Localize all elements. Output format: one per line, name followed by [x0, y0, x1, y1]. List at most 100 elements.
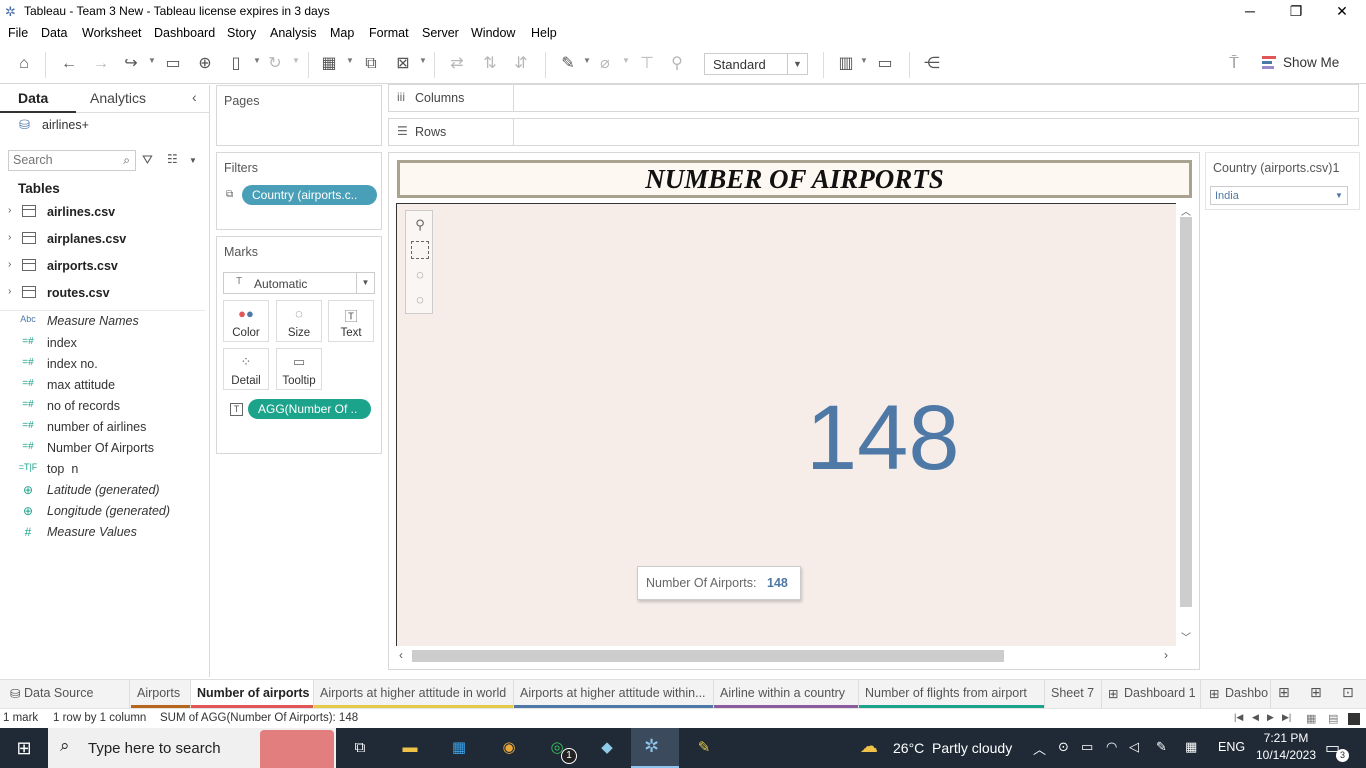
field-item[interactable]: ⊕ Longitude (generated) — [0, 501, 205, 522]
sort-ascending-icon[interactable]: ⇅ — [479, 54, 501, 74]
undo-icon[interactable]: ← — [58, 54, 80, 74]
restore-button[interactable]: ❐ — [1273, 0, 1319, 24]
chevron-down-icon[interactable]: ▼ — [622, 56, 630, 65]
menu-story[interactable]: Story — [227, 26, 256, 40]
marks-card[interactable]: Marks T Automatic ▼ ●● Color ◌ Size 🅃 Te… — [216, 236, 382, 454]
chevron-right-icon[interactable]: › — [8, 205, 11, 216]
tab-airports-higher-attitude-within[interactable]: Airports at higher attitude within... — [514, 680, 714, 708]
fit-dropdown[interactable]: Standard ▼ — [704, 53, 808, 75]
duplicate-sheet-icon[interactable]: ⧉ — [360, 54, 382, 74]
color-button[interactable]: ●● Color — [223, 300, 269, 342]
new-worksheet-tab-icon[interactable]: ⊞ — [1278, 684, 1290, 701]
tableau-taskbar-button[interactable]: ✲ — [631, 728, 679, 768]
chevron-right-icon[interactable]: › — [8, 286, 11, 297]
chevron-right-icon[interactable]: › — [8, 259, 11, 270]
chevron-down-icon[interactable]: ▼ — [189, 156, 197, 165]
field-item[interactable]: ⊕ Latitude (generated) — [0, 480, 205, 501]
tab-data[interactable]: Data — [0, 85, 76, 113]
keyboard-icon[interactable]: ▦ — [1185, 739, 1197, 755]
show-cards-icon[interactable]: ▥ — [835, 54, 857, 74]
task-view-icon[interactable]: ⧉ — [347, 736, 373, 760]
presentation-icon[interactable]: ▭ — [874, 54, 896, 74]
table-item[interactable]: › airplanes.csv — [0, 227, 205, 251]
format-painter-icon[interactable]: ⍑ — [1223, 54, 1245, 74]
redo-icon[interactable]: → — [90, 54, 112, 74]
battery-icon[interactable]: ▭ — [1081, 739, 1093, 755]
replay-icon[interactable]: ↪ — [120, 54, 142, 74]
tab-airports[interactable]: Airports — [131, 680, 191, 708]
pages-card[interactable]: Pages — [216, 85, 382, 146]
menu-data[interactable]: Data — [41, 26, 67, 40]
meet-icon[interactable]: ⊙ — [1058, 739, 1069, 755]
columns-shelf[interactable]: iii Columns — [388, 84, 1359, 112]
show-filmstrip-icon[interactable]: ▦ — [1306, 712, 1316, 725]
scroll-up-icon[interactable]: ︿ — [1181, 203, 1191, 218]
vertical-scrollbar[interactable]: ︿ ﹀ — [1178, 203, 1193, 646]
prev-sheet-icon[interactable]: ◀ — [1252, 712, 1259, 723]
search-box[interactable]: ⌕ — [8, 150, 136, 171]
chevron-up-icon[interactable]: ︿ — [1033, 739, 1046, 758]
save-icon[interactable]: ▭ — [162, 54, 184, 74]
tab-analytics[interactable]: Analytics — [76, 85, 210, 113]
show-tabs-icon[interactable]: ▤ — [1328, 712, 1338, 725]
sort-descending-icon[interactable]: ⇵ — [510, 54, 532, 74]
share-icon[interactable]: ⋲ — [921, 54, 943, 74]
rect-select-icon[interactable] — [411, 241, 429, 259]
chevron-down-icon[interactable]: ▼ — [292, 56, 300, 65]
lasso-select-icon[interactable]: ◌ — [411, 291, 429, 309]
scroll-left-icon[interactable]: ‹ — [399, 648, 403, 662]
home-icon[interactable]: ⌂ — [13, 54, 35, 74]
new-story-tab-icon[interactable]: ⊡ — [1342, 684, 1354, 701]
windows-start-icon[interactable]: ⊞ — [11, 736, 37, 760]
chevron-down-icon[interactable]: ▼ — [346, 56, 354, 65]
pin-icon[interactable]: ⚲ — [411, 216, 429, 234]
last-sheet-icon[interactable]: ▶| — [1282, 712, 1291, 723]
chevron-down-icon[interactable]: ▼ — [253, 56, 261, 65]
menu-dashboard[interactable]: Dashboard — [154, 26, 215, 40]
store-icon[interactable]: ▦ — [446, 736, 472, 760]
horizontal-scrollbar[interactable]: ‹ › — [396, 648, 1176, 664]
swap-icon[interactable]: ⇄ — [446, 54, 468, 74]
menu-file[interactable]: File — [8, 26, 28, 40]
new-worksheet-icon[interactable]: ▦ — [318, 54, 340, 74]
pen-icon[interactable]: ✎ — [1156, 739, 1167, 755]
menu-analysis[interactable]: Analysis — [270, 26, 317, 40]
new-dashboard-tab-icon[interactable]: ⊞ — [1310, 684, 1322, 701]
text-button[interactable]: 🅃 Text — [328, 300, 374, 342]
show-sheet-sorter-icon[interactable] — [1348, 713, 1360, 725]
clock-date[interactable]: 10/14/2023 — [1252, 748, 1320, 762]
notes-icon[interactable]: ◆ — [594, 736, 620, 760]
detail-button[interactable]: ⁘ Detail — [223, 348, 269, 390]
tab-number-of-airports[interactable]: Number of airports — [191, 680, 314, 708]
menu-help[interactable]: Help — [531, 26, 557, 40]
labels-icon[interactable]: ⊤ — [636, 54, 658, 74]
menu-format[interactable]: Format — [369, 26, 409, 40]
vertical-scroll-thumb[interactable] — [1180, 217, 1192, 607]
size-button[interactable]: ◌ Size — [276, 300, 322, 342]
search-input[interactable] — [13, 153, 113, 167]
chevron-down-icon[interactable]: ▼ — [419, 56, 427, 65]
chrome-icon[interactable]: ◉ — [496, 736, 522, 760]
filter-icon[interactable]: ⛛ — [142, 152, 153, 168]
view-list-icon[interactable]: ☷ — [167, 152, 178, 166]
scroll-right-icon[interactable]: › — [1164, 648, 1168, 662]
tab-data-source[interactable]: ⛁ Data Source — [0, 680, 130, 708]
refresh-icon[interactable]: ↻ — [264, 54, 286, 74]
show-me-icon[interactable] — [1262, 56, 1276, 70]
volume-icon[interactable]: ◁ — [1129, 739, 1139, 755]
menu-map[interactable]: Map — [330, 26, 354, 40]
scroll-down-icon[interactable]: ﹀ — [1181, 629, 1191, 644]
rows-shelf[interactable]: ☰ Rows — [388, 118, 1359, 146]
tab-number-of-flights[interactable]: Number of flights from airport — [859, 680, 1045, 708]
clock-time[interactable]: 7:21 PM — [1257, 731, 1315, 745]
menu-worksheet[interactable]: Worksheet — [82, 26, 142, 40]
mark-type-dropdown[interactable]: T Automatic ▼ — [223, 272, 375, 294]
filters-card[interactable]: Filters ⧉ Country (airports.c.. — [216, 152, 382, 230]
tab-dashboard-2[interactable]: ⊞ Dashbo — [1201, 680, 1271, 708]
highlight-icon[interactable]: ✎ — [557, 54, 579, 74]
field-item[interactable]: =T|F top n — [0, 459, 205, 480]
collapse-chevron-icon[interactable]: ‹ — [192, 89, 197, 105]
clear-sheet-icon[interactable]: ⊠ — [392, 54, 414, 74]
field-item[interactable]: Abc Measure Names — [0, 310, 205, 331]
tooltip-button[interactable]: ▭ Tooltip — [276, 348, 322, 390]
